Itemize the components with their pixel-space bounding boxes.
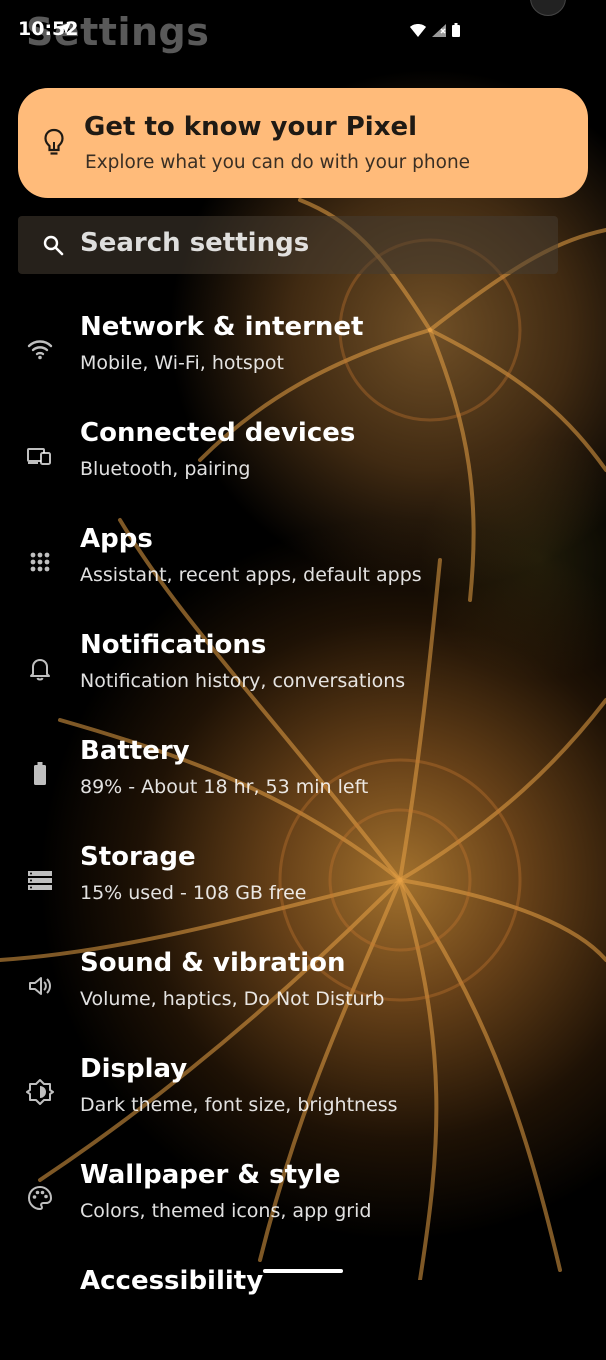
setting-title: Connected devices <box>80 418 356 448</box>
setting-title: Battery <box>80 736 190 766</box>
lightbulb-icon <box>44 128 64 158</box>
setting-title: Storage <box>80 842 196 872</box>
setting-storage[interactable]: Storage 15% used - 108 GB free <box>0 830 606 936</box>
setting-apps[interactable]: Apps Assistant, recent apps, default app… <box>0 512 606 618</box>
status-bar <box>0 0 606 60</box>
bell-icon <box>26 654 54 682</box>
setting-subtitle: 15% used - 108 GB free <box>80 882 307 904</box>
wifi-icon <box>26 336 54 364</box>
setting-title: Sound & vibration <box>80 948 346 978</box>
palette-icon <box>26 1184 54 1212</box>
setting-subtitle: Dark theme, font size, brightness <box>80 1094 398 1116</box>
storage-icon <box>26 866 54 894</box>
tips-card-subtitle: Explore what you can do with your phone <box>85 152 471 173</box>
setting-subtitle: Bluetooth, pairing <box>80 458 251 480</box>
devices-icon <box>26 442 54 470</box>
setting-title: Accessibility <box>80 1266 264 1296</box>
setting-title: Display <box>80 1054 188 1084</box>
setting-subtitle: Volume, haptics, Do Not Disturb <box>80 988 385 1010</box>
search-icon <box>42 234 64 256</box>
setting-connected-devices[interactable]: Connected devices Bluetooth, pairing <box>0 406 606 512</box>
tips-card[interactable]: Get to know your Pixel Explore what you … <box>18 88 588 198</box>
setting-title: Wallpaper & style <box>80 1160 341 1190</box>
setting-wallpaper-style[interactable]: Wallpaper & style Colors, themed icons, … <box>0 1148 606 1254</box>
navigation-arrow-icon <box>58 20 72 39</box>
wifi-signal-icon <box>410 22 426 41</box>
accessibility-icon <box>26 1290 54 1318</box>
cellular-signal-icon <box>432 22 446 41</box>
brightness-icon <box>26 1078 54 1106</box>
setting-notifications[interactable]: Notifications Notification history, conv… <box>0 618 606 724</box>
battery-icon <box>26 760 54 788</box>
apps-grid-icon <box>26 548 54 576</box>
setting-battery[interactable]: Battery 89% - About 18 hr, 53 min left <box>0 724 606 830</box>
setting-title: Notifications <box>80 630 267 660</box>
gesture-navigation-handle[interactable] <box>263 1269 343 1273</box>
setting-subtitle: 89% - About 18 hr, 53 min left <box>80 776 369 798</box>
setting-title: Network & internet <box>80 312 364 342</box>
setting-subtitle: Notification history, conversations <box>80 670 406 692</box>
setting-subtitle: Mobile, Wi-Fi, hotspot <box>80 352 284 374</box>
setting-network-internet[interactable]: Network & internet Mobile, Wi-Fi, hotspo… <box>0 300 606 406</box>
setting-display[interactable]: Display Dark theme, font size, brightnes… <box>0 1042 606 1148</box>
search-input[interactable]: Search settings <box>80 228 309 258</box>
setting-title: Apps <box>80 524 153 554</box>
tips-card-title: Get to know your Pixel <box>84 112 418 142</box>
battery-status-icon <box>452 22 460 41</box>
setting-subtitle: Assistant, recent apps, default apps <box>80 564 422 586</box>
status-icons <box>59 22 460 41</box>
setting-subtitle: Colors, themed icons, app grid <box>80 1200 372 1222</box>
search-settings-bar[interactable]: Search settings <box>18 216 558 274</box>
setting-sound-vibration[interactable]: Sound & vibration Volume, haptics, Do No… <box>0 936 606 1042</box>
speaker-icon <box>26 972 54 1000</box>
